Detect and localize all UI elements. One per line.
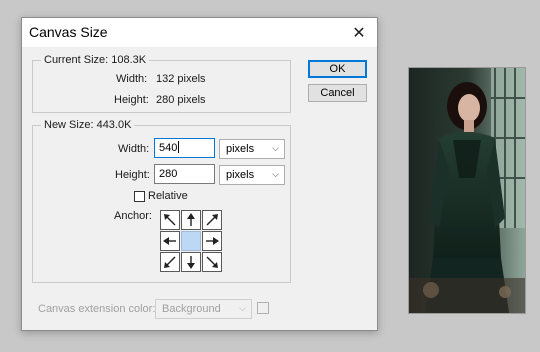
current-height-value: 280 pixels <box>156 94 206 106</box>
height-input[interactable]: 280 <box>154 164 215 184</box>
current-width-value: 132 pixels <box>156 73 206 85</box>
height-input-value: 280 <box>159 168 178 180</box>
title-bar[interactable]: Canvas Size ✕ <box>22 18 377 47</box>
ok-button[interactable]: OK <box>308 60 367 78</box>
extension-color-swatch[interactable] <box>257 302 269 314</box>
close-icon[interactable]: ✕ <box>341 18 377 47</box>
arrow-down-right-icon <box>206 256 218 268</box>
anchor-top-left[interactable] <box>160 210 180 230</box>
anchor-bottom[interactable] <box>181 252 201 272</box>
extension-color-label: Canvas extension color: <box>38 303 156 315</box>
current-width-label: Width: <box>116 73 148 85</box>
arrow-down-icon <box>187 256 195 269</box>
document-preview-image <box>408 67 526 314</box>
relative-checkbox[interactable] <box>134 191 145 202</box>
width-unit-value: pixels <box>226 143 255 155</box>
current-height-label: Height: <box>114 94 149 106</box>
anchor-top[interactable] <box>181 210 201 230</box>
arrow-right-icon <box>206 237 219 245</box>
width-input[interactable]: 540 <box>154 138 215 158</box>
width-input-value: 540 <box>159 142 178 154</box>
relative-label[interactable]: Relative <box>148 190 188 202</box>
cancel-button[interactable]: Cancel <box>308 84 367 102</box>
anchor-top-right[interactable] <box>202 210 222 230</box>
new-width-label: Width: <box>118 143 150 155</box>
anchor-center[interactable] <box>181 231 201 251</box>
new-size-legend: New Size: 443.0K <box>44 119 132 131</box>
height-unit-value: pixels <box>226 169 255 181</box>
anchor-label: Anchor: <box>114 210 152 222</box>
width-unit-select[interactable]: pixels ⌵ <box>219 139 285 159</box>
anchor-left[interactable] <box>160 231 180 251</box>
new-height-label: Height: <box>115 169 150 181</box>
chevron-down-icon: ⌵ <box>239 304 246 314</box>
arrow-down-left-icon <box>164 256 176 268</box>
extension-color-select[interactable]: Background ⌵ <box>155 299 252 319</box>
chevron-down-icon: ⌵ <box>272 144 279 154</box>
canvas-size-dialog: Canvas Size ✕ Current Size: 108.3K Width… <box>21 17 378 331</box>
chevron-down-icon: ⌵ <box>272 170 279 180</box>
anchor-grid <box>160 210 222 272</box>
current-size-legend: Current Size: 108.3K <box>44 54 147 66</box>
height-unit-select[interactable]: pixels ⌵ <box>219 165 285 185</box>
anchor-bottom-right[interactable] <box>202 252 222 272</box>
dialog-title: Canvas Size <box>29 24 108 40</box>
arrow-up-left-icon <box>164 214 176 226</box>
arrow-up-right-icon <box>206 214 218 226</box>
portrait-photo <box>409 68 525 313</box>
arrow-left-icon <box>163 237 176 245</box>
anchor-right[interactable] <box>202 231 222 251</box>
anchor-bottom-left[interactable] <box>160 252 180 272</box>
extension-color-value: Background <box>162 303 221 315</box>
arrow-up-icon <box>187 213 195 226</box>
